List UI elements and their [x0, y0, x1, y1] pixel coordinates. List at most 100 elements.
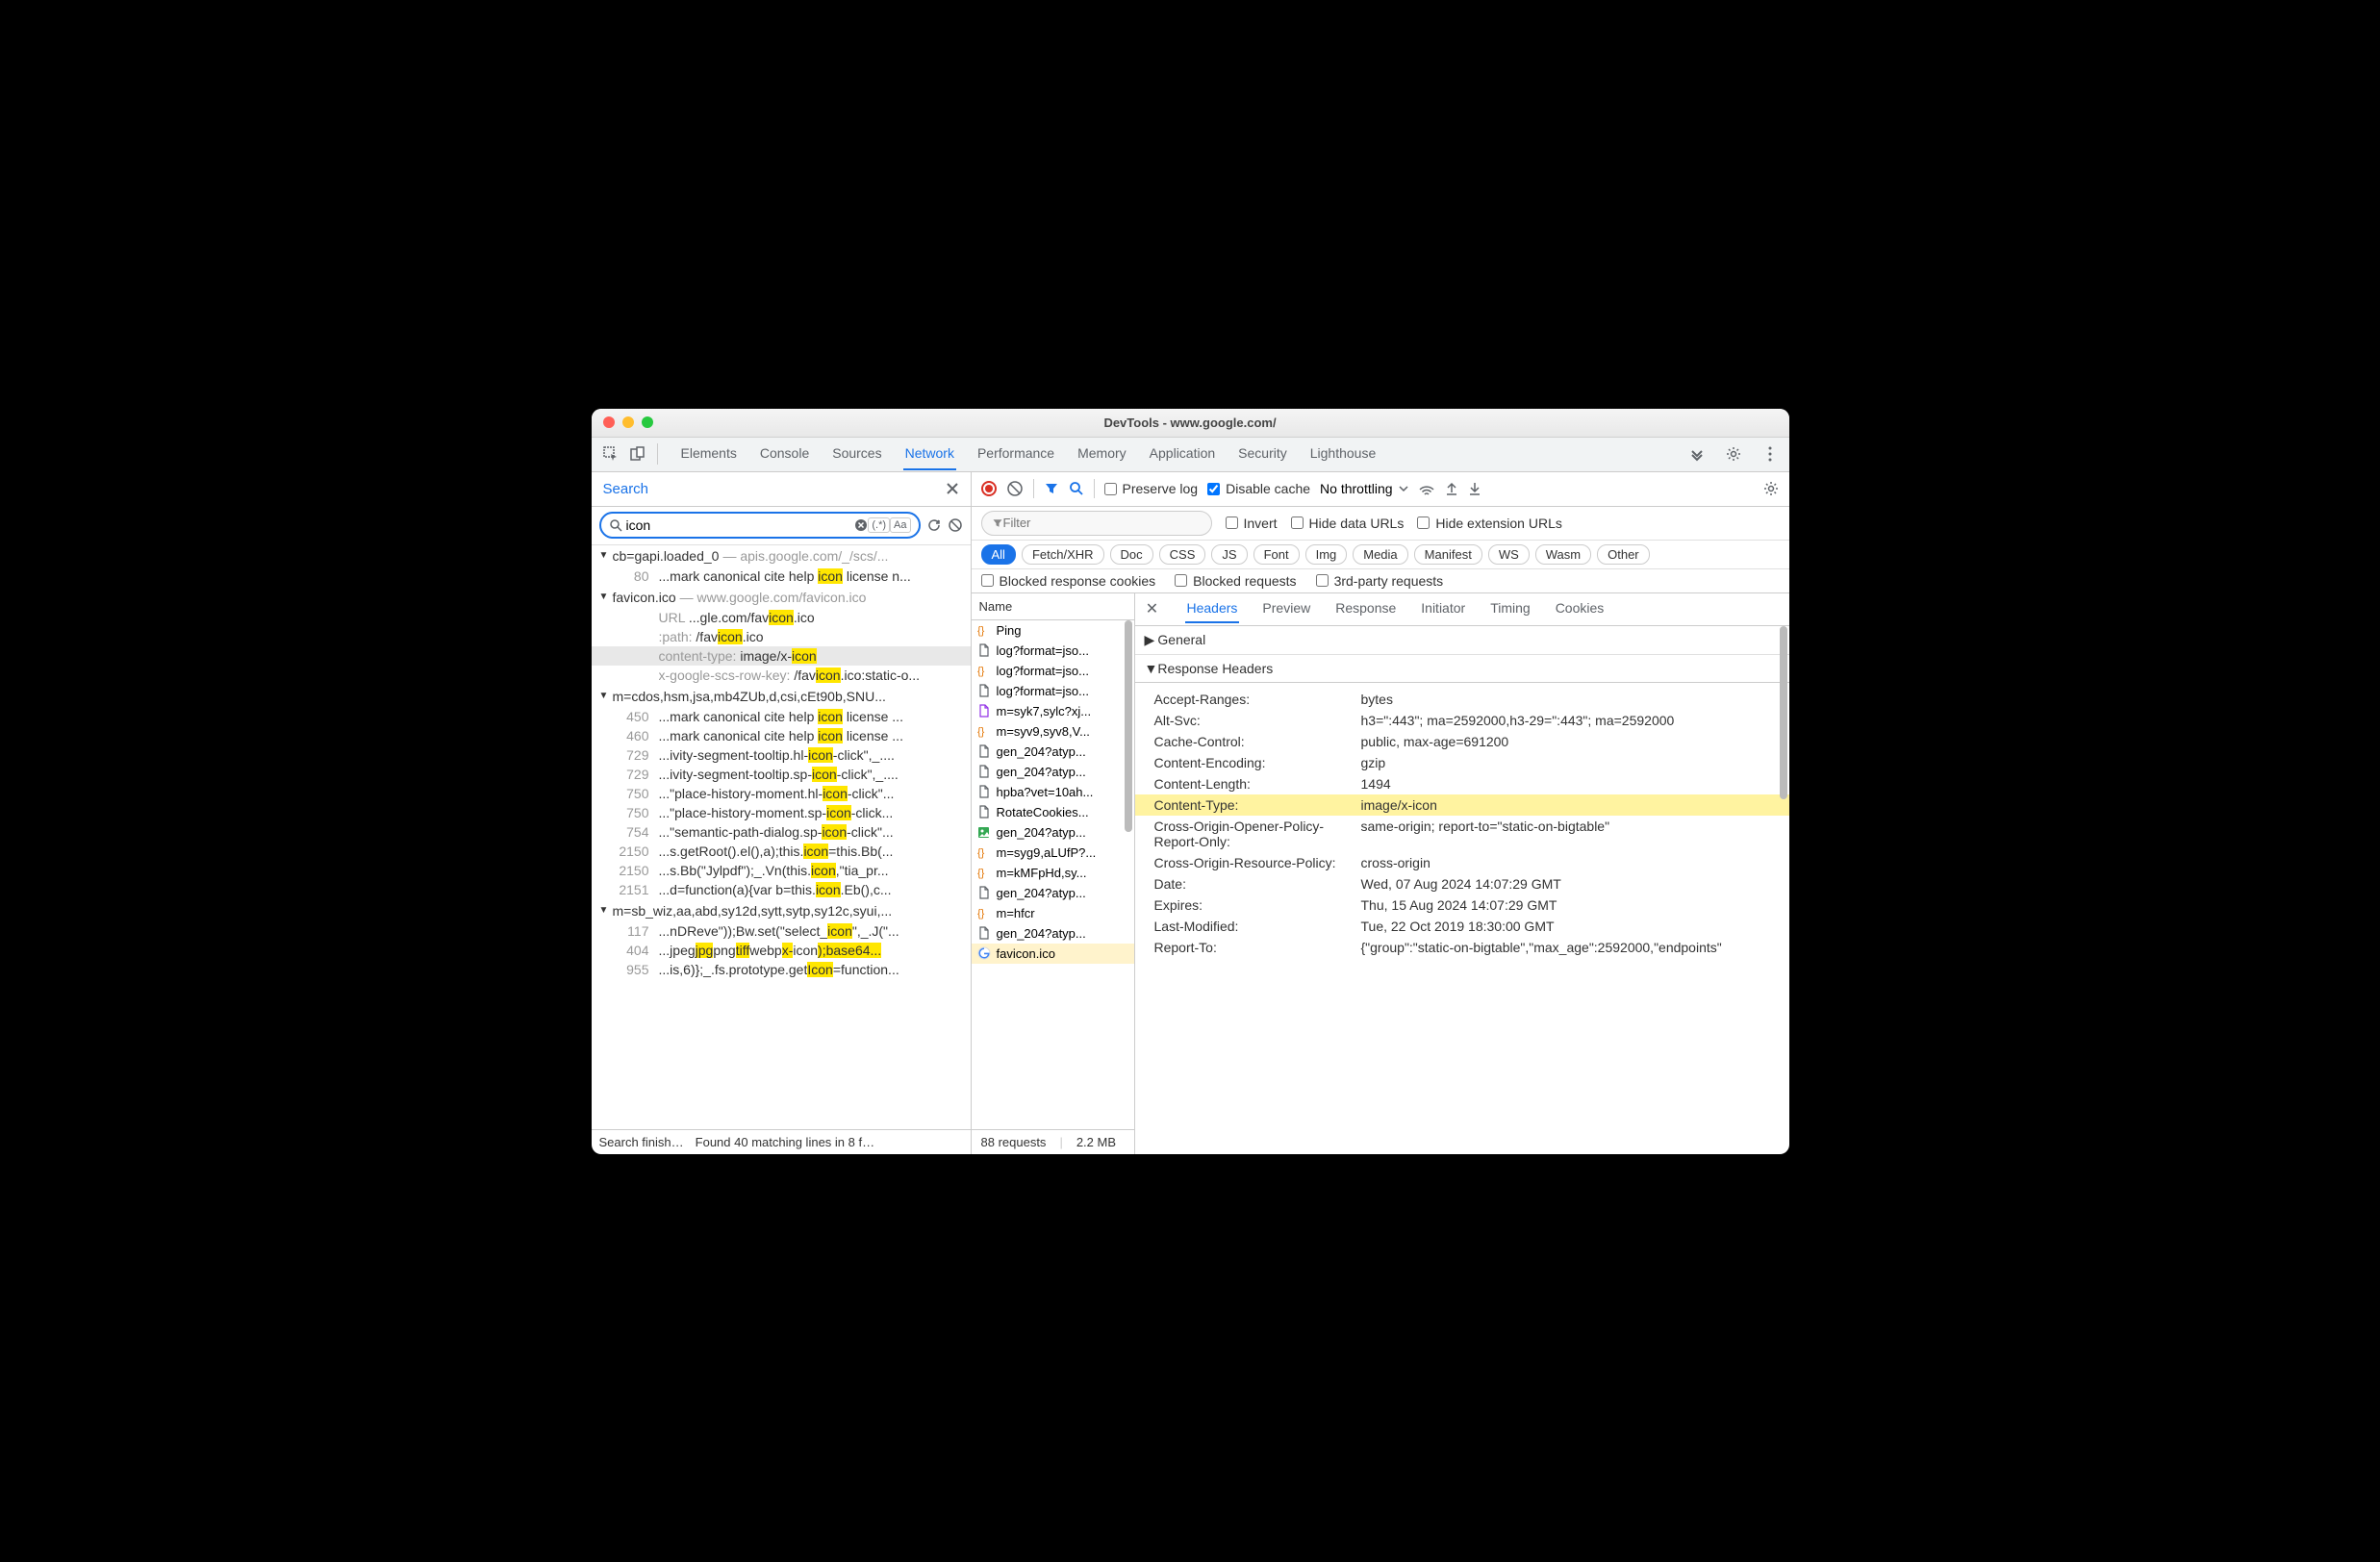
- request-row[interactable]: favicon.ico: [972, 944, 1134, 964]
- type-chip-manifest[interactable]: Manifest: [1414, 544, 1482, 565]
- disable-cache-checkbox[interactable]: Disable cache: [1207, 481, 1310, 496]
- response-header-row[interactable]: Last-Modified:Tue, 22 Oct 2019 18:30:00 …: [1135, 916, 1789, 937]
- type-chip-wasm[interactable]: Wasm: [1535, 544, 1591, 565]
- request-row[interactable]: {}log?format=jso...: [972, 661, 1134, 681]
- type-chip-img[interactable]: Img: [1305, 544, 1348, 565]
- response-header-row[interactable]: Cross-Origin-Opener-Policy-Report-Only:s…: [1135, 816, 1789, 852]
- request-row[interactable]: gen_204?atyp...: [972, 742, 1134, 762]
- clear-log-icon[interactable]: [1006, 480, 1024, 497]
- panel-tab-application[interactable]: Application: [1148, 438, 1218, 470]
- request-row[interactable]: {}m=kMFpHd,sy...: [972, 863, 1134, 883]
- upload-har-icon[interactable]: [1445, 481, 1458, 496]
- response-header-row[interactable]: Content-Encoding:gzip: [1135, 752, 1789, 773]
- search-group-header[interactable]: ▼favicon.ico — www.google.com/favicon.ic…: [592, 587, 971, 608]
- request-row[interactable]: gen_204?atyp...: [972, 762, 1134, 782]
- type-chip-doc[interactable]: Doc: [1110, 544, 1153, 565]
- response-header-row[interactable]: Accept-Ranges:bytes: [1135, 689, 1789, 710]
- type-chip-fetch-xhr[interactable]: Fetch/XHR: [1022, 544, 1104, 565]
- request-row[interactable]: {}Ping: [972, 620, 1134, 641]
- request-row[interactable]: hpba?vet=10ah...: [972, 782, 1134, 802]
- invert-checkbox[interactable]: Invert: [1226, 516, 1278, 531]
- search-input[interactable]: [626, 517, 855, 533]
- preserve-log-checkbox[interactable]: Preserve log: [1104, 481, 1199, 496]
- request-row[interactable]: gen_204?atyp...: [972, 923, 1134, 944]
- scrollbar[interactable]: [1125, 620, 1132, 832]
- type-chip-other[interactable]: Other: [1597, 544, 1650, 565]
- type-chip-js[interactable]: JS: [1211, 544, 1247, 565]
- type-chip-media[interactable]: Media: [1353, 544, 1407, 565]
- search-result-line[interactable]: 750..."place-history-moment.hl-icon-clic…: [592, 784, 971, 803]
- request-row[interactable]: gen_204?atyp...: [972, 883, 1134, 903]
- request-row[interactable]: {}m=hfcr: [972, 903, 1134, 923]
- search-result-line[interactable]: 460...mark canonical cite help icon lice…: [592, 726, 971, 745]
- type-chip-font[interactable]: Font: [1253, 544, 1300, 565]
- response-header-row[interactable]: Date:Wed, 07 Aug 2024 14:07:29 GMT: [1135, 873, 1789, 894]
- response-header-row[interactable]: Report-To:{"group":"static-on-bigtable",…: [1135, 937, 1789, 958]
- record-button[interactable]: [981, 481, 997, 496]
- request-row[interactable]: log?format=jso...: [972, 681, 1134, 701]
- panel-tab-console[interactable]: Console: [758, 438, 811, 470]
- kebab-menu-icon[interactable]: [1757, 441, 1784, 467]
- search-result-line[interactable]: 2150...s.Bb("Jylpdf");_.Vn(this.icon,"ti…: [592, 861, 971, 880]
- detail-tab-timing[interactable]: Timing: [1488, 594, 1532, 623]
- general-section-header[interactable]: ▶ General: [1135, 626, 1789, 655]
- request-row[interactable]: m=syk7,sylc?xj...: [972, 701, 1134, 721]
- panel-tab-elements[interactable]: Elements: [679, 438, 739, 470]
- search-result-line[interactable]: content-type: image/x-icon: [592, 646, 971, 666]
- clear-search-icon[interactable]: [854, 518, 868, 532]
- response-header-row[interactable]: Expires:Thu, 15 Aug 2024 14:07:29 GMT: [1135, 894, 1789, 916]
- download-har-icon[interactable]: [1468, 481, 1481, 496]
- type-chip-ws[interactable]: WS: [1488, 544, 1530, 565]
- search-result-line[interactable]: 2150...s.getRoot().el(),a);this.icon=thi…: [592, 842, 971, 861]
- more-tabs-icon[interactable]: [1684, 441, 1710, 467]
- name-column-header[interactable]: Name: [972, 593, 1134, 620]
- network-settings-gear-icon[interactable]: [1762, 480, 1780, 497]
- request-row[interactable]: {}m=syv9,syv8,V...: [972, 721, 1134, 742]
- panel-tab-performance[interactable]: Performance: [975, 438, 1056, 470]
- search-result-line[interactable]: 754..."semantic-path-dialog.sp-icon-clic…: [592, 822, 971, 842]
- response-header-row[interactable]: Cache-Control:public, max-age=691200: [1135, 731, 1789, 752]
- panel-tab-network[interactable]: Network: [903, 438, 956, 470]
- search-result-line[interactable]: 80...mark canonical cite help icon licen…: [592, 567, 971, 586]
- blocked-requests-checkbox[interactable]: Blocked requests: [1175, 573, 1296, 589]
- type-chip-css[interactable]: CSS: [1159, 544, 1206, 565]
- refresh-search-icon[interactable]: [926, 517, 942, 533]
- filter-input[interactable]: [1003, 516, 1202, 530]
- detail-tab-initiator[interactable]: Initiator: [1419, 594, 1467, 623]
- case-toggle[interactable]: Aa: [890, 517, 910, 533]
- panel-tab-lighthouse[interactable]: Lighthouse: [1308, 438, 1379, 470]
- throttling-select[interactable]: No throttling: [1320, 481, 1407, 496]
- detail-tab-cookies[interactable]: Cookies: [1554, 594, 1607, 623]
- blocked-cookies-checkbox[interactable]: Blocked response cookies: [981, 573, 1156, 589]
- search-result-line[interactable]: 750..."place-history-moment.sp-icon-clic…: [592, 803, 971, 822]
- search-result-line[interactable]: 450...mark canonical cite help icon lice…: [592, 707, 971, 726]
- panel-tab-sources[interactable]: Sources: [830, 438, 883, 470]
- close-search-icon[interactable]: [946, 482, 959, 495]
- response-header-row[interactable]: Alt-Svc:h3=":443"; ma=2592000,h3-29=":44…: [1135, 710, 1789, 731]
- response-header-row[interactable]: Content-Type:image/x-icon: [1135, 794, 1789, 816]
- request-row[interactable]: {}m=syg9,aLUfP?...: [972, 843, 1134, 863]
- response-header-row[interactable]: Cross-Origin-Resource-Policy:cross-origi…: [1135, 852, 1789, 873]
- detail-tab-preview[interactable]: Preview: [1260, 594, 1312, 623]
- search-result-line[interactable]: :path: /favicon.ico: [592, 627, 971, 646]
- detail-tab-response[interactable]: Response: [1333, 594, 1398, 623]
- search-result-line[interactable]: 117...nDReve"));Bw.set("select_icon",_.J…: [592, 921, 971, 941]
- search-result-line[interactable]: 729...ivity-segment-tooltip.hl-icon-clic…: [592, 745, 971, 765]
- response-header-row[interactable]: Content-Length:1494: [1135, 773, 1789, 794]
- third-party-checkbox[interactable]: 3rd-party requests: [1316, 573, 1444, 589]
- detail-tab-headers[interactable]: Headers: [1185, 594, 1240, 623]
- filter-funnel-icon[interactable]: [1044, 481, 1059, 496]
- search-result-line[interactable]: 2151...d=function(a){var b=this.icon.Eb(…: [592, 880, 971, 899]
- search-result-line[interactable]: x-google-scs-row-key: /favicon.ico:stati…: [592, 666, 971, 685]
- search-result-line[interactable]: 729...ivity-segment-tooltip.sp-icon-clic…: [592, 765, 971, 784]
- search-result-line[interactable]: 404...jpegjpgpngtiffwebpx-icon);base64..…: [592, 941, 971, 960]
- search-group-header[interactable]: ▼m=sb_wiz,aa,abd,sy12d,sytt,sytp,sy12c,s…: [592, 900, 971, 921]
- close-detail-icon[interactable]: ✕: [1141, 599, 1164, 618]
- search-result-line[interactable]: URL ...gle.com/favicon.ico: [592, 608, 971, 627]
- search-network-icon[interactable]: [1069, 481, 1084, 496]
- request-row[interactable]: RotateCookies...: [972, 802, 1134, 822]
- inspect-element-icon[interactable]: [597, 441, 624, 467]
- request-row[interactable]: log?format=jso...: [972, 641, 1134, 661]
- search-group-header[interactable]: ▼m=cdos,hsm,jsa,mb4ZUb,d,csi,cEt90b,SNU.…: [592, 686, 971, 707]
- network-conditions-icon[interactable]: [1418, 482, 1435, 495]
